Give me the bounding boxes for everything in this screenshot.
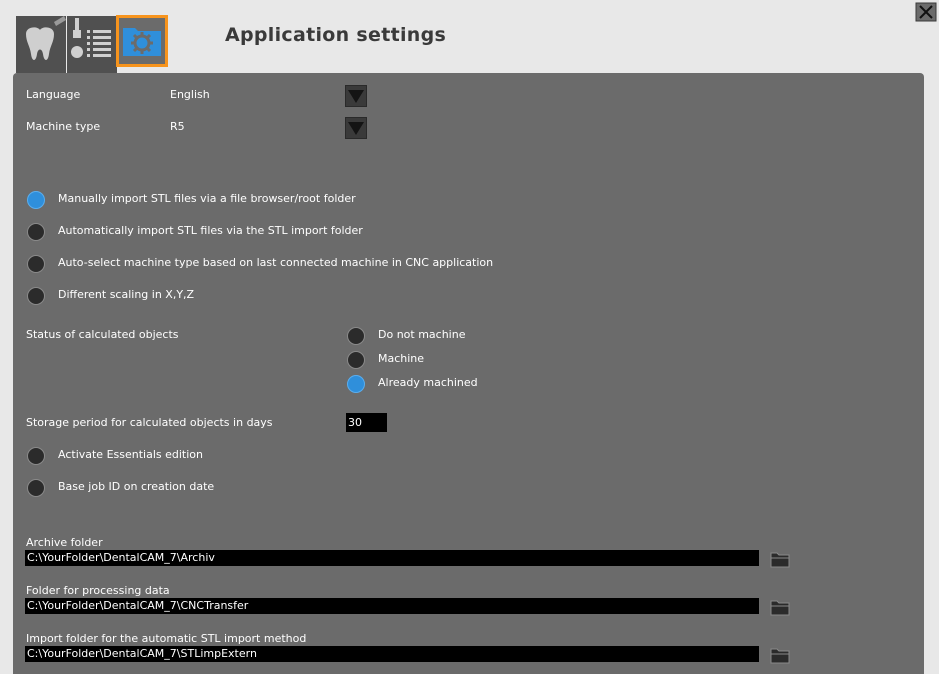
option-label: Base job ID on creation date (58, 480, 215, 493)
tab-settings[interactable] (116, 15, 168, 67)
language-dropdown-button[interactable] (345, 85, 367, 107)
import-folder-label: Import folder for the automatic STL impo… (26, 632, 307, 645)
tools-list-icon (71, 18, 111, 58)
language-label: Language (26, 88, 81, 101)
page-title: Application settings (225, 24, 447, 46)
tab-tooth[interactable] (16, 16, 66, 73)
status-label: Status of calculated objects (26, 328, 179, 341)
option-label: Automatically import STL files via the S… (58, 224, 363, 237)
option-label: Auto-select machine type based on last c… (58, 256, 494, 269)
tooth-icon (26, 16, 66, 61)
machine-type-label: Machine type (26, 120, 101, 133)
processing-folder-input[interactable] (25, 598, 759, 614)
radio-base-job-id[interactable] (27, 479, 45, 497)
radio-do-not-machine[interactable] (347, 327, 365, 345)
radio-different-scaling[interactable] (27, 287, 45, 305)
radio-already-machined[interactable] (347, 375, 365, 393)
radio-manual-import[interactable] (27, 191, 45, 209)
archive-folder-input[interactable] (25, 550, 759, 566)
radio-auto-select-machine[interactable] (27, 255, 45, 273)
gear-folder-icon (123, 28, 161, 56)
option-label: Activate Essentials edition (58, 448, 203, 461)
processing-folder-browse-button[interactable] (770, 598, 790, 616)
machine-type-value: R5 (170, 120, 185, 133)
storage-days-input[interactable] (346, 413, 387, 432)
archive-folder-label: Archive folder (26, 536, 103, 549)
language-value: English (170, 88, 210, 101)
machine-type-dropdown-button[interactable] (345, 117, 367, 139)
radio-machine[interactable] (347, 351, 365, 369)
storage-label: Storage period for calculated objects in… (26, 416, 273, 429)
option-label: Manually import STL files via a file bro… (58, 192, 356, 205)
close-button[interactable] (915, 2, 937, 22)
import-folder-input[interactable] (25, 646, 759, 662)
option-label: Different scaling in X,Y,Z (58, 288, 195, 301)
close-icon (915, 2, 937, 22)
option-label: Machine (378, 352, 425, 365)
tab-tools[interactable] (67, 16, 117, 73)
radio-automatic-import[interactable] (27, 223, 45, 241)
option-label: Already machined (378, 376, 478, 389)
import-folder-browse-button[interactable] (770, 646, 790, 664)
option-label: Do not machine (378, 328, 466, 341)
radio-essentials-edition[interactable] (27, 447, 45, 465)
archive-folder-browse-button[interactable] (770, 550, 790, 568)
processing-folder-label: Folder for processing data (26, 584, 170, 597)
settings-panel: Language English Machine type R5 Manuall… (13, 73, 924, 674)
